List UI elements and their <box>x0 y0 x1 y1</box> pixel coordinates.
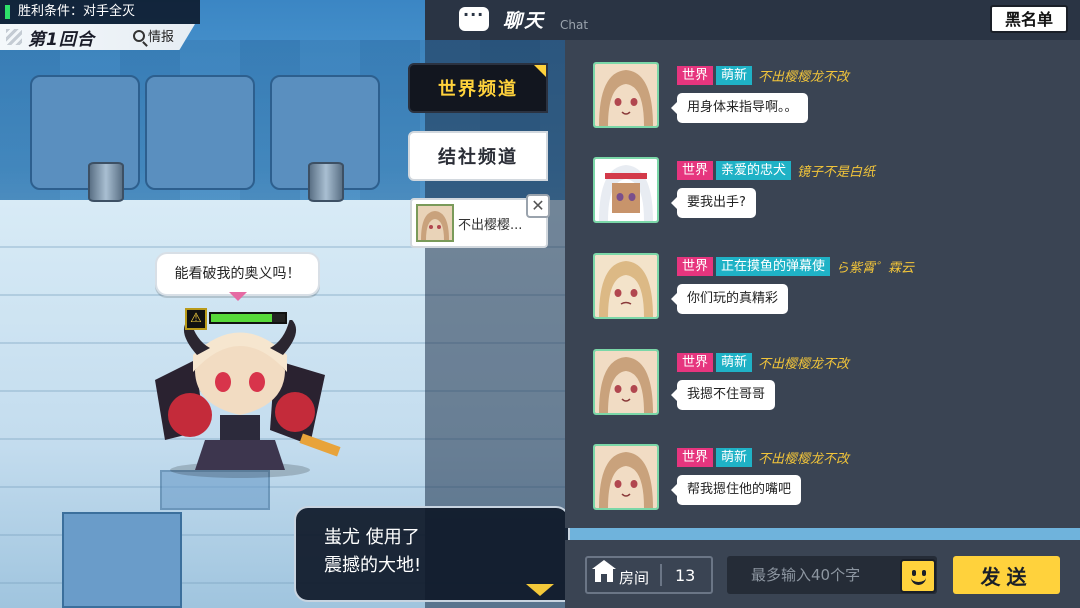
message-bubble: 用身体来指导啊。。 <box>671 93 808 123</box>
warning-icon: ⚠ <box>185 308 207 330</box>
title-tag: 亲爱的忠犬 <box>716 161 792 180</box>
search-icon <box>133 29 145 42</box>
arena-canister <box>308 162 344 202</box>
preview-text: 不出樱樱... <box>458 218 523 233</box>
emoji-face-icon <box>911 577 926 585</box>
battle-log-line: 蚩尤 使用了 <box>324 527 420 548</box>
channel-tag: 世界 <box>677 448 714 467</box>
avatar-portrait-icon <box>595 351 657 413</box>
user-avatar[interactable] <box>593 62 659 128</box>
status-indicator <box>5 5 10 19</box>
chat-message: 世界 正在摸鱼的弹幕使 ら紫霄゜霖云 你们玩的真精彩 <box>593 253 1073 333</box>
avatar-portrait-icon <box>595 446 657 508</box>
avatar-portrait-icon <box>595 255 657 317</box>
chat-header: 聊天 Chat 黑名单 <box>425 0 1080 40</box>
username[interactable]: 不出樱樱龙不改 <box>758 66 849 85</box>
speech-bubble: 能看破我的奥义吗！ <box>155 252 320 296</box>
channel-tag: 世界 <box>677 66 714 85</box>
round-label: 第1回合 <box>6 25 95 50</box>
close-icon[interactable]: ✕ <box>526 194 550 218</box>
avatar-portrait-icon <box>595 159 657 221</box>
emoji-face-icon <box>922 570 926 576</box>
tab-world-channel[interactable]: 世界频道 <box>408 63 548 113</box>
username[interactable]: 镜子不是白纸 <box>797 161 875 180</box>
message-bubble: 帮我摁住他的嘴吧 <box>670 475 802 505</box>
hero-character[interactable] <box>135 320 345 480</box>
username[interactable]: 不出樱樱龙不改 <box>758 353 849 372</box>
chat-message-list[interactable]: 世界 萌新 不出樱樱龙不改 用身体来指导啊。。 世界 亲爱的忠犬 镜子不是白纸 … <box>565 40 1080 528</box>
message-bubble: 你们玩的真精彩 <box>670 284 789 314</box>
preview-avatar <box>416 204 454 242</box>
chat-message: 世界 亲爱的忠犬 镜子不是白纸 要我出手? <box>593 157 1073 237</box>
channel-tag: 世界 <box>677 257 714 276</box>
info-button[interactable]: 情报 <box>133 26 174 45</box>
avatar-portrait-icon <box>418 206 452 240</box>
blacklist-button[interactable]: 黑名单 <box>990 5 1068 33</box>
chat-title: 聊天 <box>503 10 546 32</box>
message-bubble: 我摁不住哥哥 <box>670 380 776 410</box>
arena-canister <box>88 162 124 202</box>
chat-message: 世界 萌新 不出樱樱龙不改 我摁不住哥哥 <box>593 349 1073 429</box>
user-avatar[interactable] <box>593 349 659 415</box>
tab-guild-channel[interactable]: 结社频道 <box>408 131 548 181</box>
continue-arrow-icon[interactable] <box>526 584 554 596</box>
battle-log-line: 震撼的大地! <box>324 555 422 576</box>
title-tag: 萌新 <box>716 66 753 85</box>
arena-pillar <box>62 512 182 608</box>
emoji-button[interactable] <box>900 559 936 593</box>
room-label: 房间 <box>619 569 650 587</box>
arena-seat <box>145 75 255 190</box>
title-tag: 正在摸鱼的弹幕使 <box>716 257 831 276</box>
speech-bubble-tail <box>229 292 247 301</box>
victory-condition: 胜利条件：对手全灭 <box>0 0 200 24</box>
room-number: 13 <box>675 566 696 585</box>
send-button[interactable]: 发送 <box>953 556 1060 594</box>
private-chat-preview[interactable]: 不出樱樱... ✕ <box>410 194 550 248</box>
chat-message: 世界 萌新 不出樱樱龙不改 帮我摁住他的嘴吧 <box>593 444 1073 524</box>
chat-input-bar: 房间 13 发送 <box>565 540 1080 608</box>
home-icon <box>592 560 616 582</box>
emoji-face-icon <box>912 570 916 576</box>
hp-bar <box>209 312 287 324</box>
hp-bar-fill <box>211 314 272 322</box>
avatar-portrait-icon <box>595 64 657 126</box>
username[interactable]: 不出樱樱龙不改 <box>758 448 849 467</box>
room-divider <box>660 564 662 586</box>
info-label: 情报 <box>148 30 175 45</box>
title-tag: 萌新 <box>716 448 753 467</box>
channel-tag: 世界 <box>677 353 714 372</box>
channel-tag: 世界 <box>677 161 714 180</box>
title-tag: 萌新 <box>716 353 753 372</box>
room-selector[interactable]: 房间 13 <box>585 556 713 594</box>
chat-bubble-icon <box>459 5 489 31</box>
username[interactable]: ら紫霄゜霖云 <box>836 257 914 276</box>
victory-text: 胜利条件：对手全灭 <box>18 4 136 19</box>
message-bubble: 要我出手? <box>671 188 756 218</box>
user-avatar[interactable] <box>593 157 659 223</box>
user-avatar[interactable] <box>593 253 659 319</box>
user-avatar[interactable] <box>593 444 659 510</box>
chat-subtitle: Chat <box>560 18 589 32</box>
chat-message: 世界 萌新 不出樱樱龙不改 用身体来指导啊。。 <box>593 62 1073 142</box>
